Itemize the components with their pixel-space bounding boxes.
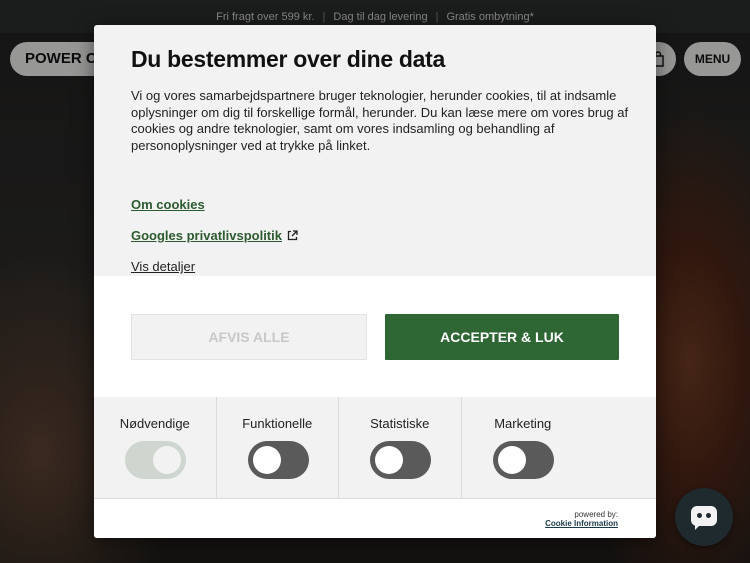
toggle-knob (497, 446, 526, 474)
category-necessary: Nødvendige (94, 397, 217, 499)
toggle-knob (375, 446, 403, 474)
show-details-link[interactable]: Vis detaljer (131, 259, 195, 274)
category-statistics: Statistiske (339, 397, 462, 499)
marketing-toggle[interactable] (492, 441, 554, 479)
dialog-description: Vi og vores samarbejdspartnere bruger te… (131, 88, 629, 153)
reject-all-button[interactable]: AFVIS ALLE (131, 314, 367, 360)
toggle-knob (153, 446, 181, 474)
external-link-icon (287, 230, 298, 241)
accept-and-close-button[interactable]: ACCEPTER & LUK (385, 314, 619, 360)
statistics-toggle[interactable] (370, 441, 431, 479)
chat-button[interactable] (675, 488, 733, 546)
toggle-knob (252, 446, 281, 474)
button-area: AFVIS ALLE ACCEPTER & LUK (94, 276, 656, 397)
consent-categories: Nødvendige Funktionelle Statistiske Mark… (94, 397, 656, 499)
chat-bubble-tail (695, 524, 701, 530)
google-privacy-label: Googles privatlivspolitik (131, 228, 282, 243)
chat-bubble-icon (691, 506, 717, 526)
dialog-footer: powered by: Cookie Information (94, 499, 656, 538)
category-label: Funktionelle (242, 416, 313, 431)
category-label: Marketing (494, 416, 552, 431)
category-marketing: Marketing (462, 397, 585, 499)
about-cookies-link[interactable]: Om cookies (131, 197, 205, 212)
google-privacy-link[interactable]: Googles privatlivspolitik (131, 228, 298, 243)
functional-toggle[interactable] (247, 441, 309, 479)
dialog-title: Du bestemmer over dine data (131, 46, 446, 72)
powered-by: powered by: Cookie Information (545, 510, 618, 528)
category-functional: Funktionelle (217, 397, 339, 499)
powered-by-label: powered by: (574, 510, 618, 519)
cookie-information-link[interactable]: Cookie Information (545, 519, 618, 528)
cookie-consent-dialog: Du bestemmer over dine data Vi og vores … (94, 25, 656, 538)
category-label: Statistiske (370, 416, 430, 431)
category-label: Nødvendige (119, 416, 190, 431)
necessary-toggle (125, 441, 186, 479)
